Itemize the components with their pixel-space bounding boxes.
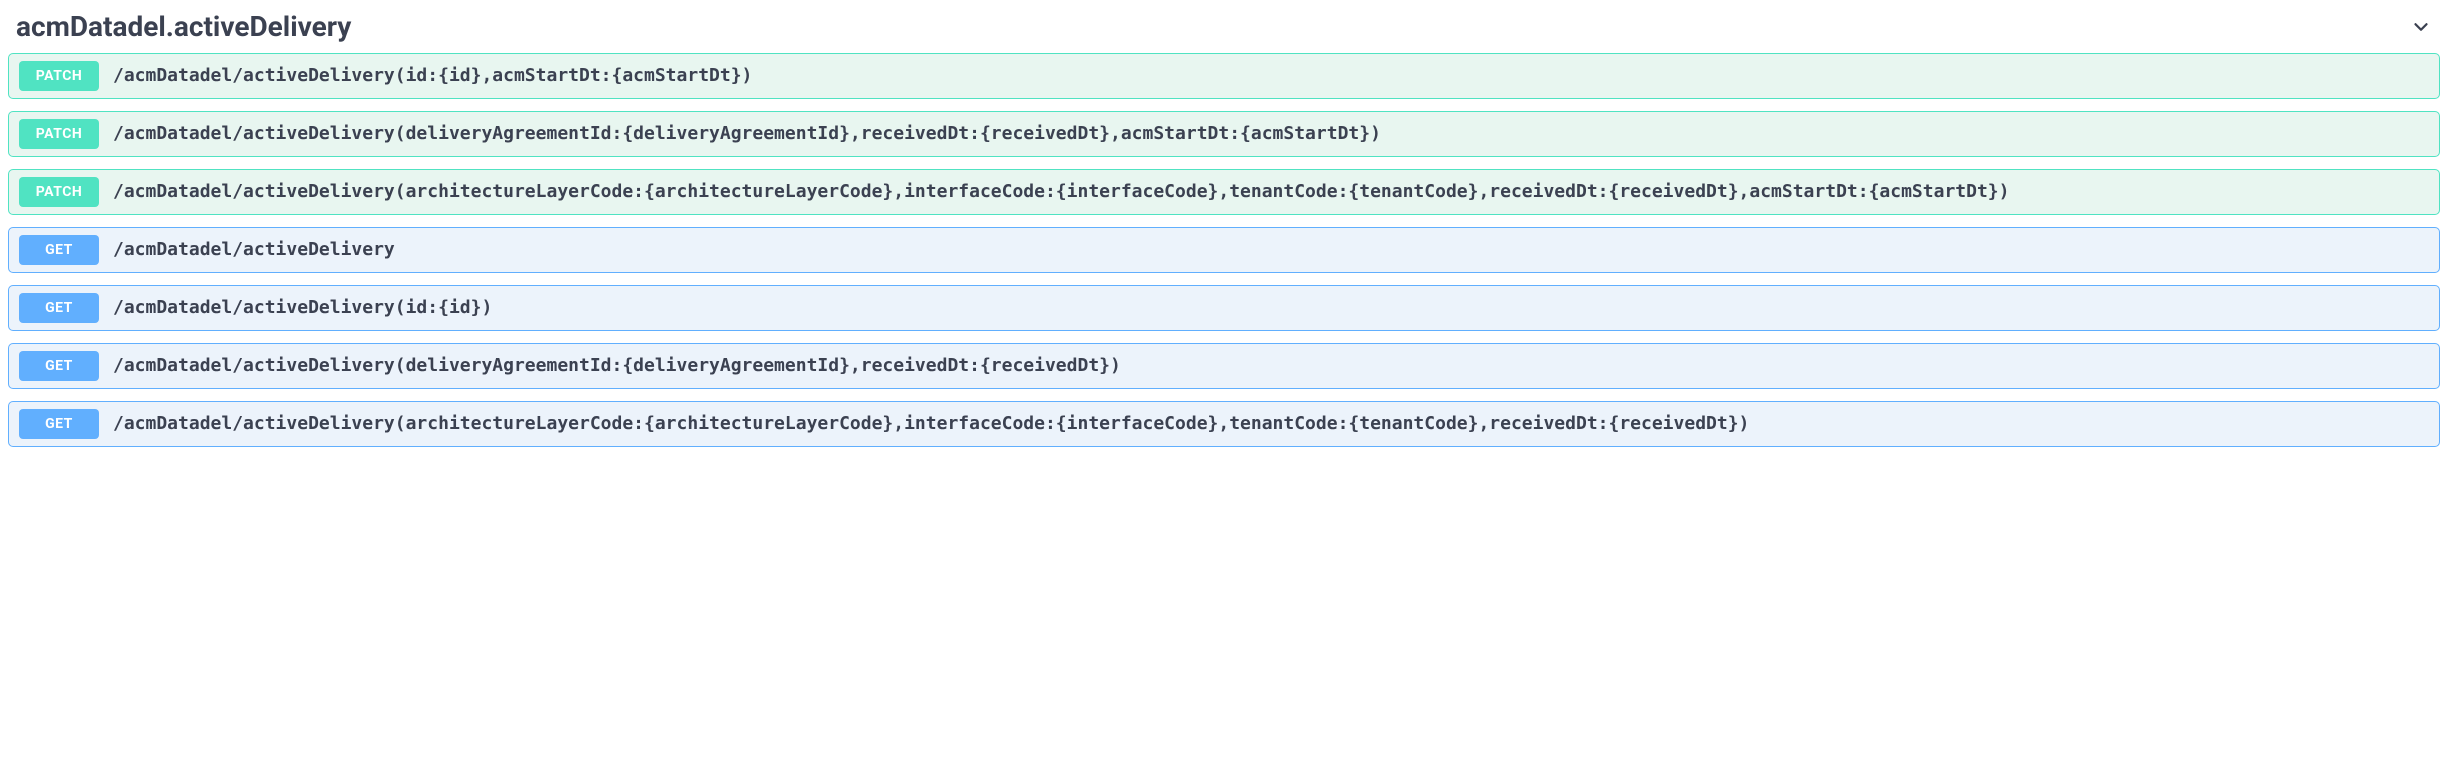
operation-row[interactable]: PATCH/acmDatadel/activeDelivery(id:{id},… bbox=[8, 53, 2440, 99]
operation-row[interactable]: PATCH/acmDatadel/activeDelivery(delivery… bbox=[8, 111, 2440, 157]
operation-row[interactable]: GET/acmDatadel/activeDelivery(architectu… bbox=[8, 401, 2440, 447]
operation-path: /acmDatadel/activeDelivery(deliveryAgree… bbox=[113, 122, 2429, 146]
tag-title: acmDatadel.activeDelivery bbox=[16, 10, 351, 43]
operation-path: /acmDatadel/activeDelivery bbox=[113, 238, 2429, 262]
operation-row[interactable]: GET/acmDatadel/activeDelivery bbox=[8, 227, 2440, 273]
method-badge: GET bbox=[19, 351, 99, 381]
operation-path: /acmDatadel/activeDelivery(id:{id},acmSt… bbox=[113, 64, 2429, 88]
operation-row[interactable]: GET/acmDatadel/activeDelivery(deliveryAg… bbox=[8, 343, 2440, 389]
method-badge: GET bbox=[19, 409, 99, 439]
operation-path: /acmDatadel/activeDelivery(id:{id}) bbox=[113, 296, 2429, 320]
operation-row[interactable]: PATCH/acmDatadel/activeDelivery(architec… bbox=[8, 169, 2440, 215]
chevron-down-icon bbox=[2410, 16, 2432, 38]
method-badge: PATCH bbox=[19, 61, 99, 91]
operation-row[interactable]: GET/acmDatadel/activeDelivery(id:{id}) bbox=[8, 285, 2440, 331]
method-badge: GET bbox=[19, 293, 99, 323]
operation-list: PATCH/acmDatadel/activeDelivery(id:{id},… bbox=[6, 53, 2442, 447]
operation-path: /acmDatadel/activeDelivery(architectureL… bbox=[113, 180, 2429, 204]
tag-header[interactable]: acmDatadel.activeDelivery bbox=[6, 4, 2442, 53]
method-badge: PATCH bbox=[19, 177, 99, 207]
method-badge: GET bbox=[19, 235, 99, 265]
method-badge: PATCH bbox=[19, 119, 99, 149]
operation-path: /acmDatadel/activeDelivery(architectureL… bbox=[113, 412, 2429, 436]
operation-path: /acmDatadel/activeDelivery(deliveryAgree… bbox=[113, 354, 2429, 378]
